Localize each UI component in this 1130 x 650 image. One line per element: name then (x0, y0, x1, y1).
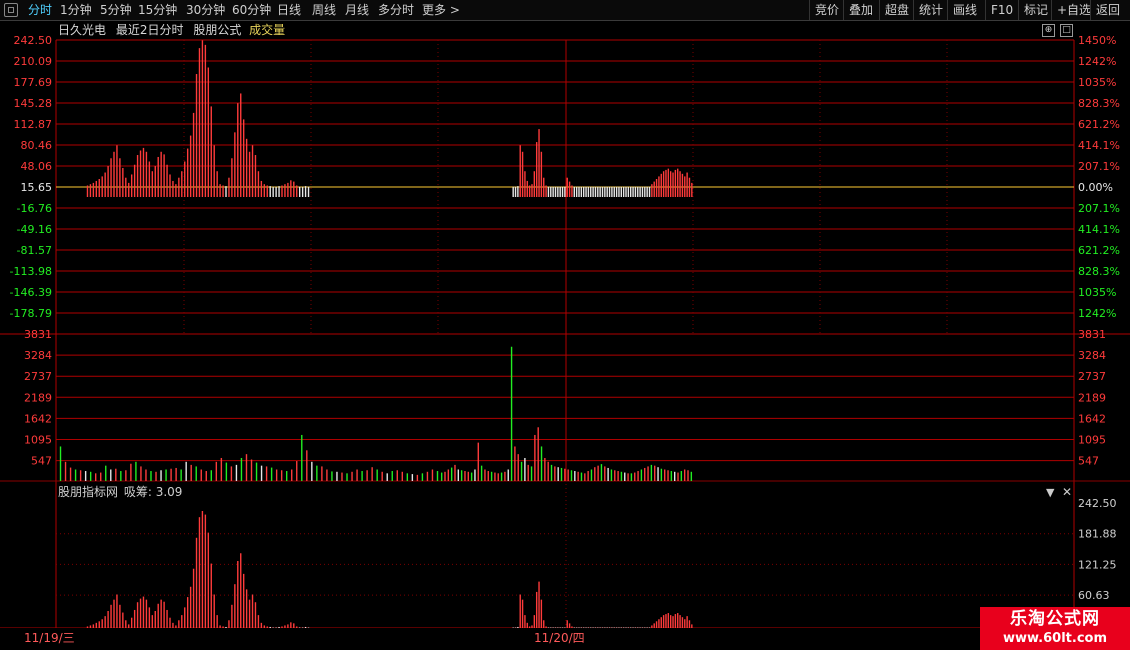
toolbar-button-0[interactable]: 竞价 (815, 1, 839, 19)
volume-label: 成交量 (249, 23, 286, 37)
price-tick-label: 80.46 (21, 139, 53, 152)
indicator-title: 股朋指标网 (58, 485, 119, 499)
price-tick-label: -49.16 (17, 223, 52, 236)
tab-6[interactable]: 日线 (277, 1, 301, 19)
indicator-series-value: 3.09 (155, 485, 183, 499)
price-tick-label: 210.09 (14, 55, 53, 68)
colon: : (147, 485, 156, 499)
toolbar-separator (1018, 0, 1019, 20)
tab-2[interactable]: 5分钟 (100, 1, 132, 19)
toolbar-separator (843, 0, 844, 20)
stock-name: 日久光电 (58, 23, 107, 37)
percent-tick-label: 207.1% (1078, 202, 1120, 215)
percent-tick-label: 414.1% (1078, 223, 1120, 236)
toolbar-button-6[interactable]: 标记 (1024, 1, 1048, 19)
toolbar-button-2[interactable]: 超盘 (885, 1, 909, 19)
indicator-series-label: 吸筹 (123, 485, 148, 499)
volume-tick-label: 3831 (24, 328, 52, 341)
toolbar-separator (913, 0, 914, 20)
indicator-header: 股朋指标网 吸筹: 3.09 (58, 484, 182, 500)
tab-4[interactable]: 30分钟 (186, 1, 225, 19)
price-tick-label: -81.57 (17, 244, 52, 257)
percent-tick-label: 621.2% (1078, 118, 1120, 131)
percent-tick-label: 828.3% (1078, 265, 1120, 278)
window-mode-icon[interactable] (4, 3, 18, 17)
volume-tick-label: 2737 (24, 370, 52, 383)
percent-tick-label: 0.00% (1078, 181, 1113, 194)
intraday-chart[interactable]: 242.50 1450% 210.09 1242% 177.69 1035% 145.28 8… (0, 20, 1130, 628)
toolbar-button-5[interactable]: F10 (991, 1, 1013, 19)
indicator-tick-label: 242.50 (1078, 497, 1117, 510)
volume-tick-label-right: 2737 (1078, 370, 1106, 383)
dropdown-arrow-icon[interactable]: ▼ (1046, 486, 1054, 499)
toolbar-button-8[interactable]: 返回 (1096, 1, 1120, 19)
price-tick-label: 15.65 (21, 181, 53, 194)
tab-0[interactable]: 分时 (28, 1, 52, 19)
toolbar-separator (879, 0, 880, 20)
watermark-url: www.60lt.com (1002, 631, 1108, 646)
watermark-title: 乐淘公式网 (1010, 609, 1100, 629)
percent-tick-label: 1035% (1078, 76, 1116, 89)
toolbar-button-1[interactable]: 叠加 (849, 1, 873, 19)
toolbar-separator (1090, 0, 1091, 20)
tab-7[interactable]: 周线 (312, 1, 336, 19)
toolbar-separator (947, 0, 948, 20)
percent-tick-label: 1242% (1078, 307, 1116, 320)
period-toolbar: 分时 1分钟 5分钟 15分钟 30分钟 60分钟 日线 周线 月线 多分时 更多 > 竞价 叠加 超盘统… (0, 0, 1130, 21)
price-tick-label: 48.06 (21, 160, 53, 173)
price-tick-label: 177.69 (14, 76, 53, 89)
close-icon[interactable]: ✕ (1062, 485, 1072, 499)
percent-tick-label: 207.1% (1078, 160, 1120, 173)
toolbar-separator (809, 0, 810, 20)
price-tick-label: 145.28 (14, 97, 53, 110)
percent-tick-label: 1242% (1078, 55, 1116, 68)
price-tick-label: -113.98 (10, 265, 52, 278)
toolbar-button-7[interactable]: +自选 (1057, 1, 1091, 19)
percent-tick-label: 1035% (1078, 286, 1116, 299)
restore-icon[interactable]: ⊕ (1042, 24, 1055, 37)
price-tick-label: -16.76 (17, 202, 52, 215)
indicator-tick-label: 121.25 (1078, 558, 1117, 571)
toolbar-separator (1051, 0, 1052, 20)
percent-tick-label: 414.1% (1078, 139, 1120, 152)
tab-3[interactable]: 15分钟 (138, 1, 177, 19)
volume-tick-label-right: 3284 (1078, 349, 1106, 362)
toolbar-separator (985, 0, 986, 20)
price-tick-label: -178.79 (10, 307, 52, 320)
volume-tick-label: 1095 (24, 434, 52, 447)
tab-10[interactable]: 更多 > (422, 1, 460, 19)
volume-tick-label-right: 1095 (1078, 434, 1106, 447)
maximize-icon[interactable]: □ (1060, 24, 1073, 37)
toolbar-button-4[interactable]: 画线 (953, 1, 977, 19)
indicator-label: 股朋公式 (193, 23, 242, 37)
date-axis: 11/19/三 11/20/四 (0, 628, 980, 645)
volume-tick-label: 3284 (24, 349, 52, 362)
percent-tick-label: 621.2% (1078, 244, 1120, 257)
volume-tick-label: 2189 (24, 391, 52, 404)
price-tick-label: -146.39 (10, 286, 52, 299)
volume-tick-label-right: 1642 (1078, 412, 1106, 425)
price-tick-label: 112.87 (14, 118, 53, 131)
status-strip (0, 644, 980, 650)
watermark-logo: 乐淘公式网 www.60lt.com (980, 607, 1130, 650)
volume-tick-label-right: 3831 (1078, 328, 1106, 341)
volume-tick-label: 1642 (24, 412, 52, 425)
volume-tick-label-right: 547 (1078, 455, 1099, 468)
tab-8[interactable]: 月线 (345, 1, 369, 19)
indicator-tick-label: 60.63 (1078, 589, 1110, 602)
percent-tick-label: 828.3% (1078, 97, 1120, 110)
indicator-tick-label: 181.88 (1078, 528, 1117, 541)
volume-tick-label: 547 (31, 455, 52, 468)
tab-9[interactable]: 多分时 (378, 1, 414, 19)
period-label: 最近2日分时 (115, 23, 184, 37)
tab-5[interactable]: 60分钟 (232, 1, 271, 19)
chart-header: 日久光电 最近2日分时 股朋公式 成交量 (58, 22, 291, 38)
tab-1[interactable]: 1分钟 (60, 1, 92, 19)
price-tick-label: 242.50 (14, 34, 53, 47)
volume-tick-label-right: 2189 (1078, 391, 1106, 404)
toolbar-button-3[interactable]: 统计 (919, 1, 943, 19)
percent-tick-label: 1450% (1078, 34, 1116, 47)
